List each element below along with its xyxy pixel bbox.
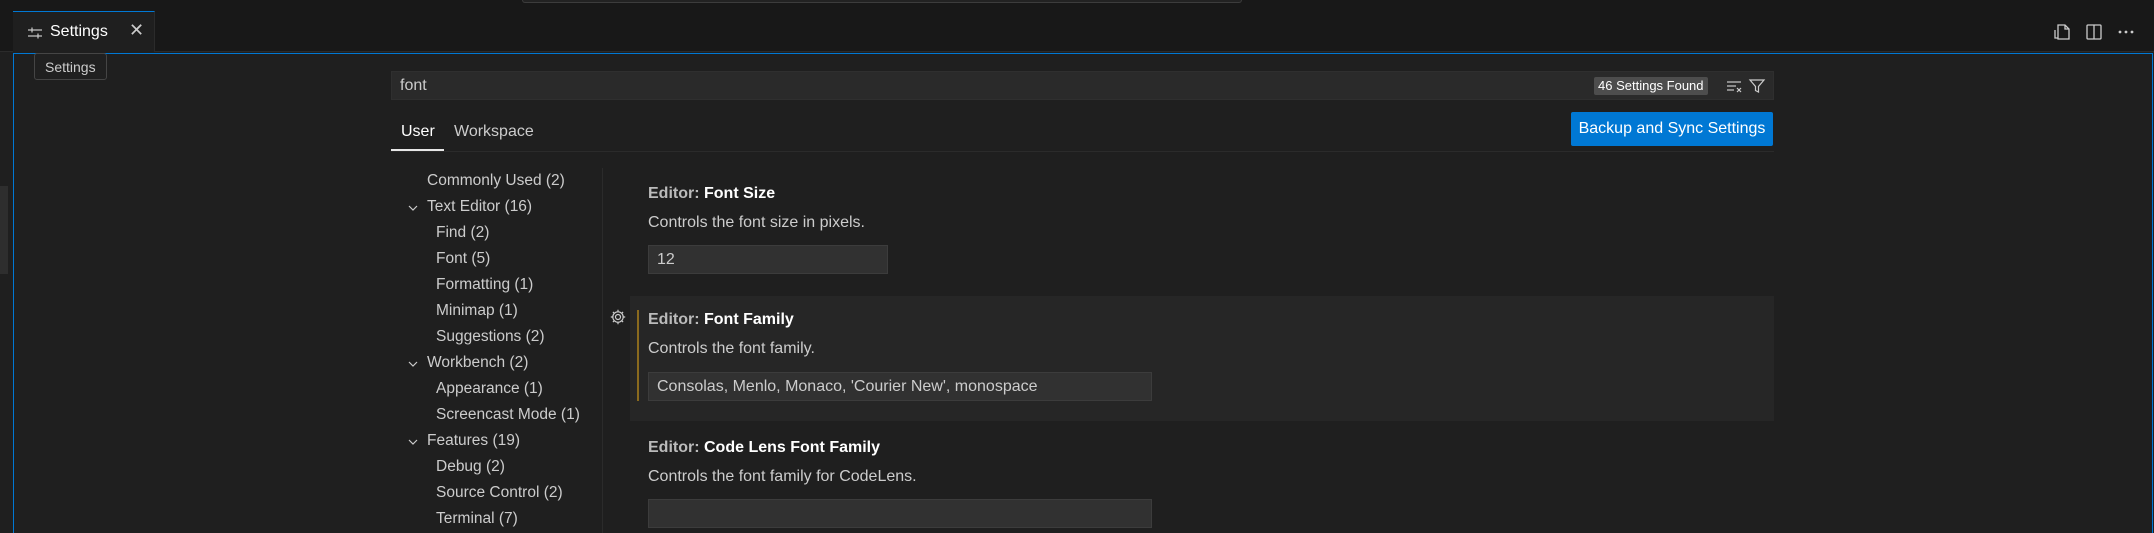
scrollbar-left[interactable] [0,186,8,274]
code-lens-font-family-input[interactable] [648,499,1152,528]
close-icon[interactable]: ✕ [129,20,144,41]
setting-description: Controls the font size in pixels. [648,214,865,231]
search-input[interactable] [400,75,1580,97]
chevron-down-icon[interactable] [407,358,419,370]
toc-item-terminal[interactable]: Terminal (7) [436,510,518,528]
setting-title: Editor: Font Size [648,185,776,202]
setting-code-lens-font-family: Editor: Code Lens Font Family Controls t… [630,434,1774,533]
clear-filter-icon[interactable] [1725,77,1743,95]
filter-icon[interactable] [1748,77,1766,95]
setting-title: Editor: Code Lens Font Family [648,439,881,456]
toc-item-screencast-mode[interactable]: Screencast Mode (1) [436,406,580,424]
chevron-down-icon[interactable] [407,202,419,214]
setting-description: Controls the font family. [648,340,815,357]
more-actions-icon[interactable] [2116,22,2136,42]
setting-title: Editor: Font Family [648,311,794,328]
settings-toc: Commonly Used (2) Text Editor (16) Find … [391,168,601,533]
toc-divider [602,168,603,533]
setting-font-family: Editor: Font Family Controls the font fa… [630,306,1774,406]
toc-item-commonly-used[interactable]: Commonly Used (2) [427,172,565,190]
active-tab-indicator [391,149,444,151]
chevron-down-icon[interactable] [407,436,419,448]
font-family-input[interactable] [648,372,1152,401]
settings-search-box[interactable]: 46 Settings Found [391,71,1774,100]
toc-item-find[interactable]: Find (2) [436,224,489,242]
tab-workspace[interactable]: Workspace [454,123,534,141]
settings-found-badge: 46 Settings Found [1594,77,1708,95]
toc-item-debug[interactable]: Debug (2) [436,458,505,476]
toc-item-formatting[interactable]: Formatting (1) [436,276,533,294]
toc-item-features[interactable]: Features (19) [427,432,520,450]
open-settings-json-icon[interactable] [2053,22,2073,42]
gear-icon[interactable] [609,308,627,326]
backup-sync-button[interactable]: Backup and Sync Settings [1571,112,1773,146]
tooltip: Settings [34,53,107,80]
toc-item-minimap[interactable]: Minimap (1) [436,302,518,320]
tab-label: Settings [50,23,108,40]
split-editor-icon[interactable] [2084,22,2104,42]
command-center[interactable] [522,0,1242,3]
settings-sliders-icon [28,27,42,39]
setting-font-size: Editor: Font Size Controls the font size… [630,180,1774,280]
toc-item-source-control[interactable]: Source Control (2) [436,484,563,502]
toc-item-text-editor[interactable]: Text Editor (16) [427,198,532,216]
toc-item-workbench[interactable]: Workbench (2) [427,354,528,372]
font-size-input[interactable] [648,245,888,274]
toc-item-suggestions[interactable]: Suggestions (2) [436,328,545,346]
settings-scope-tabs: User Workspace [391,117,1774,152]
tab-user[interactable]: User [401,123,435,141]
toc-item-font[interactable]: Font (5) [436,250,490,268]
toc-item-appearance[interactable]: Appearance (1) [436,380,543,398]
editor-tab-bar: Settings ✕ [0,11,2154,52]
tab-settings[interactable]: Settings ✕ [13,11,155,52]
setting-description: Controls the font family for CodeLens. [648,468,917,485]
